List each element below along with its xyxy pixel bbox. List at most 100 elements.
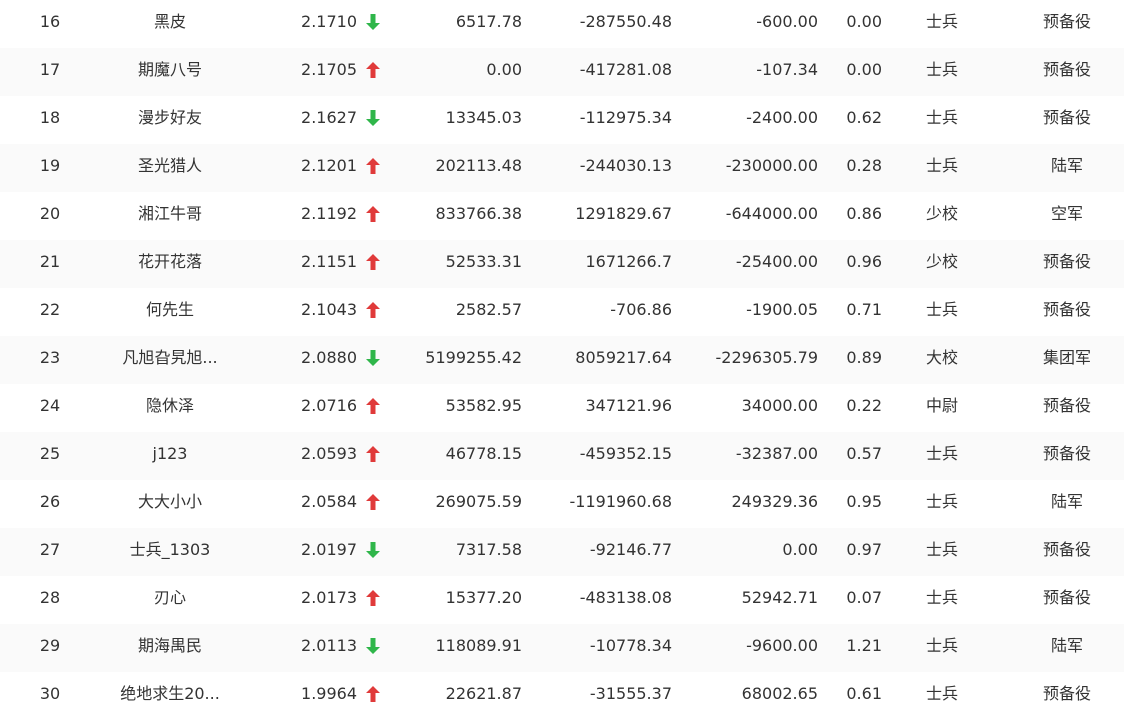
military-rank-cell: 士兵: [925, 60, 958, 79]
rank-cell: 20: [39, 204, 61, 223]
score-cell: 2.0593: [301, 444, 357, 463]
rank-cell: 27: [39, 540, 61, 559]
value2-cell: -459352.15: [579, 444, 672, 463]
unit-cell: 预备役: [1042, 108, 1091, 127]
table-row[interactable]: 23 凡旭旮旯旭... 2.0880 5199255.42 8059217.64 -229…: [0, 336, 1124, 384]
unit-cell: 陆军: [1050, 636, 1083, 655]
table-row[interactable]: 17 期魔八号 2.1705 0.00 -417281.08 -107.34 0.00 士兵 预…: [0, 48, 1124, 96]
value3-cell: 52942.71: [741, 588, 818, 607]
table-row[interactable]: 22 何先生 2.1043 2582.57 -706.86 -1900.05 0.71 士兵 预…: [0, 288, 1124, 336]
arrow-up-icon: [366, 192, 384, 240]
player-name-cell: 期魔八号: [137, 60, 202, 79]
value3-cell: -32387.00: [735, 444, 818, 463]
value2-cell: 8059217.64: [575, 348, 672, 367]
value1-cell: 15377.20: [445, 588, 522, 607]
military-rank-cell: 大校: [925, 348, 958, 367]
value2-cell: -417281.08: [579, 60, 672, 79]
value2-cell: -31555.37: [589, 684, 672, 703]
military-rank-cell: 士兵: [925, 300, 958, 319]
value3-cell: -600.00: [756, 12, 818, 31]
rank-cell: 16: [39, 12, 61, 31]
value2-cell: -483138.08: [579, 588, 672, 607]
ratio-cell: 0.07: [846, 588, 882, 607]
player-name-cell: 黑皮: [153, 12, 186, 31]
score-cell: 2.0197: [301, 540, 357, 559]
military-rank-cell: 士兵: [925, 636, 958, 655]
score-cell: 2.0584: [301, 492, 357, 511]
score-cell: 2.0113: [301, 636, 357, 655]
unit-cell: 集团军: [1042, 348, 1091, 367]
value1-cell: 5199255.42: [425, 348, 522, 367]
value2-cell: -10778.34: [589, 636, 672, 655]
military-rank-cell: 少校: [925, 252, 958, 271]
score-cell: 2.1627: [301, 108, 357, 127]
ratio-cell: 0.96: [846, 252, 882, 271]
value2-cell: -244030.13: [579, 156, 672, 175]
arrow-up-icon: [366, 48, 384, 96]
unit-cell: 预备役: [1042, 300, 1091, 319]
value3-cell: -9600.00: [746, 636, 818, 655]
table-row[interactable]: 30 绝地求生20... 1.9964 22621.87 -31555.37 68002.…: [0, 672, 1124, 720]
ratio-cell: 0.00: [846, 12, 882, 31]
ratio-cell: 0.89: [846, 348, 882, 367]
table-row[interactable]: 25 j123 2.0593 46778.15 -459352.15 -32387.00 0…: [0, 432, 1124, 480]
unit-cell: 陆军: [1050, 492, 1083, 511]
unit-cell: 预备役: [1042, 60, 1091, 79]
score-cell: 2.0880: [301, 348, 357, 367]
table-row[interactable]: 18 漫步好友 2.1627 13345.03 -112975.34 -2400.00 0.…: [0, 96, 1124, 144]
rank-cell: 23: [39, 348, 61, 367]
table-row[interactable]: 26 大大小小 2.0584 269075.59 -1191960.68 249329.3…: [0, 480, 1124, 528]
military-rank-cell: 士兵: [925, 108, 958, 127]
player-name-cell: 漫步好友: [137, 108, 202, 127]
table-row[interactable]: 16 黑皮 2.1710 6517.78 -287550.48 -600.00 0.00 士兵…: [0, 0, 1124, 48]
table-row[interactable]: 27 士兵_1303 2.0197 7317.58 -92146.77 0.00 0.97 士…: [0, 528, 1124, 576]
value3-cell: -644000.00: [725, 204, 818, 223]
table-row[interactable]: 24 隐休泽 2.0716 53582.95 347121.96 34000.00 0.22…: [0, 384, 1124, 432]
rank-cell: 19: [39, 156, 61, 175]
value3-cell: -1900.05: [746, 300, 818, 319]
value3-cell: -107.34: [756, 60, 818, 79]
table-row[interactable]: 20 湘江牛哥 2.1192 833766.38 1291829.67 -644000.0…: [0, 192, 1124, 240]
military-rank-cell: 士兵: [925, 156, 958, 175]
rank-cell: 22: [39, 300, 61, 319]
unit-cell: 预备役: [1042, 252, 1091, 271]
value3-cell: -230000.00: [725, 156, 818, 175]
player-name-cell: j123: [152, 444, 188, 463]
table-row[interactable]: 19 圣光猎人 2.1201 202113.48 -244030.13 -230000.0…: [0, 144, 1124, 192]
arrow-down-icon: [366, 528, 384, 576]
value2-cell: -1191960.68: [569, 492, 672, 511]
ratio-cell: 0.95: [846, 492, 882, 511]
arrow-up-icon: [366, 672, 384, 720]
value2-cell: 1671266.7: [585, 252, 672, 271]
arrow-up-icon: [366, 240, 384, 288]
ranking-table: 16 黑皮 2.1710 6517.78 -287550.48 -600.00 0.00 士兵…: [0, 0, 1124, 720]
arrow-down-icon: [366, 336, 384, 384]
value1-cell: 52533.31: [445, 252, 522, 271]
rank-cell: 17: [39, 60, 61, 79]
score-cell: 2.1043: [301, 300, 357, 319]
value2-cell: -706.86: [610, 300, 672, 319]
ratio-cell: 0.00: [846, 60, 882, 79]
table-row[interactable]: 28 刃心 2.0173 15377.20 -483138.08 52942.71 0.07…: [0, 576, 1124, 624]
table-row[interactable]: 21 花开花落 2.1151 52533.31 1671266.7 -25400.00 0.…: [0, 240, 1124, 288]
ratio-cell: 1.21: [846, 636, 882, 655]
military-rank-cell: 士兵: [925, 492, 958, 511]
value3-cell: 249329.36: [731, 492, 818, 511]
value3-cell: -2400.00: [746, 108, 818, 127]
table-row[interactable]: 29 期海禺民 2.0113 118089.91 -10778.34 -9600.00 1.…: [0, 624, 1124, 672]
military-rank-cell: 士兵: [925, 540, 958, 559]
value3-cell: -2296305.79: [715, 348, 818, 367]
value1-cell: 53582.95: [445, 396, 522, 415]
arrow-down-icon: [366, 0, 384, 48]
score-cell: 2.1192: [301, 204, 357, 223]
rank-cell: 29: [39, 636, 61, 655]
ratio-cell: 0.28: [846, 156, 882, 175]
rank-cell: 30: [39, 684, 61, 703]
military-rank-cell: 士兵: [925, 12, 958, 31]
ratio-cell: 0.62: [846, 108, 882, 127]
unit-cell: 预备役: [1042, 540, 1091, 559]
value2-cell: -92146.77: [589, 540, 672, 559]
value1-cell: 46778.15: [445, 444, 522, 463]
player-name-cell: 刃心: [153, 588, 186, 607]
arrow-up-icon: [366, 144, 384, 192]
